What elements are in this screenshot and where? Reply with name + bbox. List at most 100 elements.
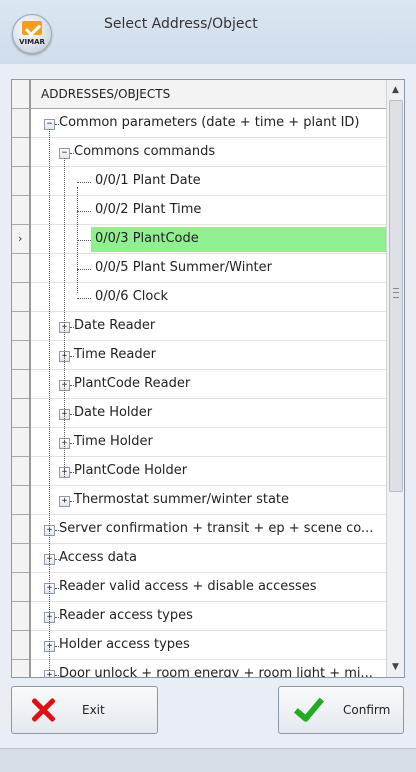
- row-selector-cell[interactable]: [12, 486, 30, 515]
- tree-cell[interactable]: + PlantCode Reader: [31, 370, 386, 399]
- tree-row[interactable]: + PlantCode Reader: [12, 370, 386, 399]
- tree-cell[interactable]: + Time Reader: [31, 341, 386, 370]
- exit-button-label: Exit: [82, 703, 105, 717]
- status-bar: [0, 748, 416, 772]
- tree-row[interactable]: + Time Holder: [12, 428, 386, 457]
- tree-cell[interactable]: 0/0/3 PlantCode: [31, 225, 386, 254]
- tree-cell[interactable]: 0/0/1 Plant Date: [31, 167, 386, 196]
- tree-row[interactable]: + Reader valid access + disable accesses: [12, 573, 386, 602]
- tree-row[interactable]: + Date Holder: [12, 399, 386, 428]
- current-row-arrow-icon: ›: [18, 232, 23, 245]
- tree-row[interactable]: + Server confirmation + transit + ep + sc…: [12, 515, 386, 544]
- vertical-scrollbar[interactable]: ▲ ▼: [386, 80, 404, 677]
- tree-row[interactable]: + PlantCode Holder: [12, 457, 386, 486]
- scroll-thumb[interactable]: [389, 100, 403, 492]
- tree-row[interactable]: 0/0/6 Clock: [12, 283, 386, 312]
- tree-connector: [64, 158, 65, 477]
- tree-node-label: Reader valid access + disable accesses: [59, 579, 317, 594]
- tree-node-label: Commons commands: [74, 144, 216, 159]
- row-selector-cell[interactable]: ›: [12, 225, 30, 254]
- tree-node-label: PlantCode Reader: [74, 376, 191, 391]
- tree-cell[interactable]: + PlantCode Holder: [31, 457, 386, 486]
- tree-row[interactable]: 0/0/1 Plant Date: [12, 167, 386, 196]
- tree-row[interactable]: › 0/0/3 PlantCode: [12, 225, 386, 254]
- confirm-button[interactable]: Confirm: [278, 686, 404, 734]
- tree-row[interactable]: 0/0/2 Plant Time: [12, 196, 386, 225]
- tree-node-label: Common parameters (date + time + plant I…: [59, 115, 360, 130]
- vimar-logo-icon: [22, 21, 42, 35]
- close-x-icon: [30, 697, 56, 723]
- tree-node-label: PlantCode Holder: [74, 463, 188, 478]
- tree-row[interactable]: − Commons commands: [12, 138, 386, 167]
- header-selector-cell: [12, 80, 30, 109]
- tree-row[interactable]: + Reader access types: [12, 602, 386, 631]
- tree-cell[interactable]: 0/0/6 Clock: [31, 283, 386, 312]
- confirm-button-label: Confirm: [343, 703, 391, 717]
- tree-row[interactable]: + Holder access types: [12, 631, 386, 660]
- tree-node-label: Time Holder: [74, 434, 153, 449]
- column-header-label: ADDRESSES/OBJECTS: [41, 87, 171, 101]
- tree-cell[interactable]: − Commons commands: [31, 138, 386, 167]
- row-selector-cell[interactable]: [12, 573, 30, 602]
- tree-node-label: 0/0/1 Plant Date: [95, 173, 201, 188]
- tree-node-label: Reader access types: [59, 608, 193, 623]
- vimar-app-icon[interactable]: VIMAR: [12, 14, 52, 54]
- expand-node-icon[interactable]: +: [44, 670, 55, 677]
- tree-cell[interactable]: + Date Reader: [31, 312, 386, 341]
- tree-cell[interactable]: + Access data: [31, 544, 386, 573]
- tree-row[interactable]: + Date Reader: [12, 312, 386, 341]
- row-selector-cell[interactable]: [12, 283, 30, 312]
- tree-cell[interactable]: 0/0/5 Plant Summer/Winter: [31, 254, 386, 283]
- tree-row[interactable]: + Access data: [12, 544, 386, 573]
- row-selector-cell[interactable]: [12, 138, 30, 167]
- column-header-addresses[interactable]: ADDRESSES/OBJECTS: [31, 80, 386, 109]
- tree-cell[interactable]: + Time Holder: [31, 428, 386, 457]
- tree-cell[interactable]: + Door unlock + room energy + room light …: [31, 660, 386, 678]
- row-selector-cell[interactable]: [12, 631, 30, 660]
- tree-node-label: 0/0/2 Plant Time: [95, 202, 202, 217]
- row-selector-cell[interactable]: [12, 196, 30, 225]
- scroll-grip-icon: [393, 288, 399, 298]
- row-selector-cell[interactable]: [12, 544, 30, 573]
- scroll-down-arrow-icon[interactable]: ▼: [387, 659, 404, 675]
- tree-cell[interactable]: 0/0/2 Plant Time: [31, 196, 386, 225]
- tree-node-label: Time Reader: [74, 347, 156, 362]
- tree-node-label: 0/0/6 Clock: [95, 289, 169, 304]
- tree-row[interactable]: − Common parameters (date + time + plant …: [12, 109, 386, 138]
- tree-row[interactable]: + Door unlock + room energy + room light …: [12, 660, 386, 678]
- tree-connector: [49, 129, 50, 670]
- tree-row[interactable]: + Thermostat summer/winter state: [12, 486, 386, 515]
- tree-connector: [77, 211, 91, 212]
- exit-button[interactable]: Exit: [11, 686, 158, 734]
- vimar-logo-text: VIMAR: [19, 38, 45, 46]
- row-selector-cell[interactable]: [12, 312, 30, 341]
- row-selector-cell[interactable]: [12, 428, 30, 457]
- row-selector-cell[interactable]: [12, 602, 30, 631]
- tree-row[interactable]: + Time Reader: [12, 341, 386, 370]
- row-selector-cell[interactable]: [12, 109, 30, 138]
- tree-row[interactable]: 0/0/5 Plant Summer/Winter: [12, 254, 386, 283]
- tree-node-label: Server confirmation + transit + ep + sce…: [59, 521, 374, 536]
- tree-node-label: Access data: [59, 550, 137, 565]
- tree-cell[interactable]: + Holder access types: [31, 631, 386, 660]
- tree-cell[interactable]: + Server confirmation + transit + ep + sc…: [31, 515, 386, 544]
- tree-cell[interactable]: + Date Holder: [31, 399, 386, 428]
- row-selector-cell[interactable]: [12, 457, 30, 486]
- tree-cell[interactable]: + Reader valid access + disable accesses: [31, 573, 386, 602]
- tree-node-label: Door unlock + room energy + room light +…: [59, 666, 373, 678]
- row-selector-cell[interactable]: [12, 660, 30, 677]
- tree-cell[interactable]: + Reader access types: [31, 602, 386, 631]
- tree-connector: [77, 240, 91, 241]
- row-selector-cell[interactable]: [12, 399, 30, 428]
- tree-cell[interactable]: + Thermostat summer/winter state: [31, 486, 386, 515]
- row-selector-cell[interactable]: [12, 370, 30, 399]
- expand-node-icon[interactable]: +: [59, 496, 70, 507]
- row-selector-cell[interactable]: [12, 341, 30, 370]
- tree-cell[interactable]: − Common parameters (date + time + plant …: [31, 109, 386, 138]
- row-selector-cell[interactable]: [12, 254, 30, 283]
- row-selector-cell[interactable]: [12, 167, 30, 196]
- tree-node-label: 0/0/3 PlantCode: [95, 231, 199, 246]
- row-selector-cell[interactable]: [12, 515, 30, 544]
- tree-node-label: Holder access types: [59, 637, 190, 652]
- scroll-up-arrow-icon[interactable]: ▲: [387, 82, 404, 98]
